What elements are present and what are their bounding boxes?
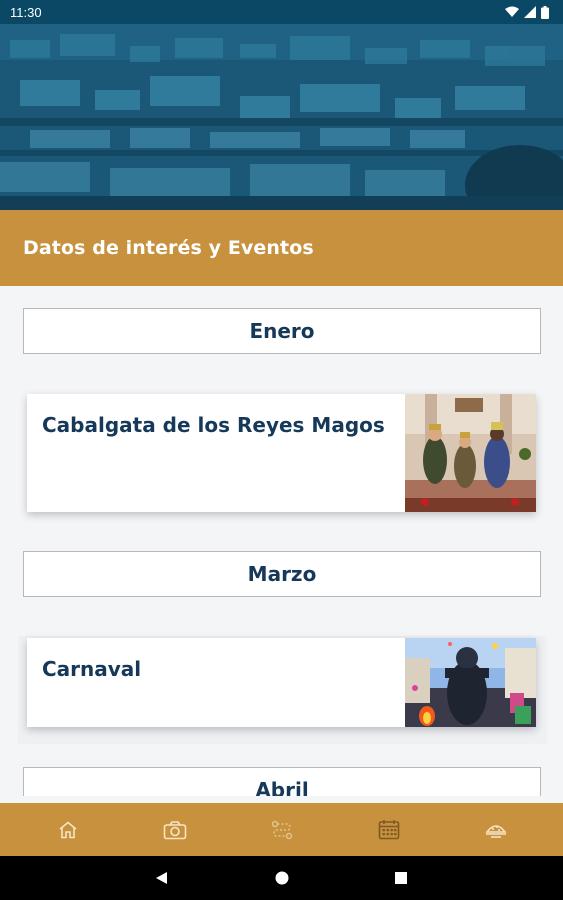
system-navigation-bar (0, 856, 563, 900)
camera-icon (163, 820, 186, 839)
recents-icon[interactable] (395, 872, 407, 884)
signal-icon (524, 6, 536, 18)
route-icon (271, 820, 292, 839)
nav-calendar[interactable] (359, 803, 419, 856)
event-card-wrapper: Carnaval (18, 636, 547, 744)
event-image-cabalgata (405, 394, 536, 512)
home-icon (58, 820, 77, 838)
event-title: Cabalgata de los Reyes Magos (42, 413, 385, 437)
home-circle-icon[interactable] (275, 871, 289, 885)
status-bar: 11:30 (0, 0, 563, 24)
calendar-icon (378, 820, 399, 840)
food-icon (484, 824, 507, 838)
nav-gastronomy[interactable] (466, 803, 526, 856)
month-header-enero: Enero (23, 308, 541, 354)
month-label: Abril (255, 778, 309, 796)
nav-routes[interactable] (252, 803, 312, 856)
events-list[interactable]: Enero Cabalgata de los Reyes Magos Marzo… (0, 286, 563, 796)
reyes-magos-photo (405, 394, 536, 512)
month-label: Marzo (247, 562, 317, 586)
section-header: Datos de interés y Eventos (0, 210, 563, 286)
event-image-carnaval (405, 638, 536, 727)
month-label: Enero (249, 319, 315, 343)
status-time: 11:30 (10, 4, 42, 20)
event-card-cabalgata[interactable]: Cabalgata de los Reyes Magos (27, 394, 536, 512)
back-icon[interactable] (156, 872, 167, 884)
hero-image (0, 0, 563, 210)
month-header-marzo: Marzo (23, 551, 541, 597)
event-title: Carnaval (42, 657, 142, 681)
wifi-icon (505, 6, 519, 17)
event-card-wrapper: Cabalgata de los Reyes Magos (18, 394, 547, 514)
carnaval-photo (405, 638, 536, 727)
page-title: Datos de interés y Eventos (23, 237, 314, 259)
month-header-abril: Abril (23, 767, 541, 796)
town-aerial-photo (0, 0, 563, 210)
battery-icon (541, 5, 549, 19)
bottom-navigation (0, 803, 563, 856)
system-nav-buttons (156, 871, 407, 885)
nav-gallery[interactable] (145, 803, 205, 856)
nav-home[interactable] (38, 803, 98, 856)
event-card-carnaval[interactable]: Carnaval (27, 638, 536, 727)
